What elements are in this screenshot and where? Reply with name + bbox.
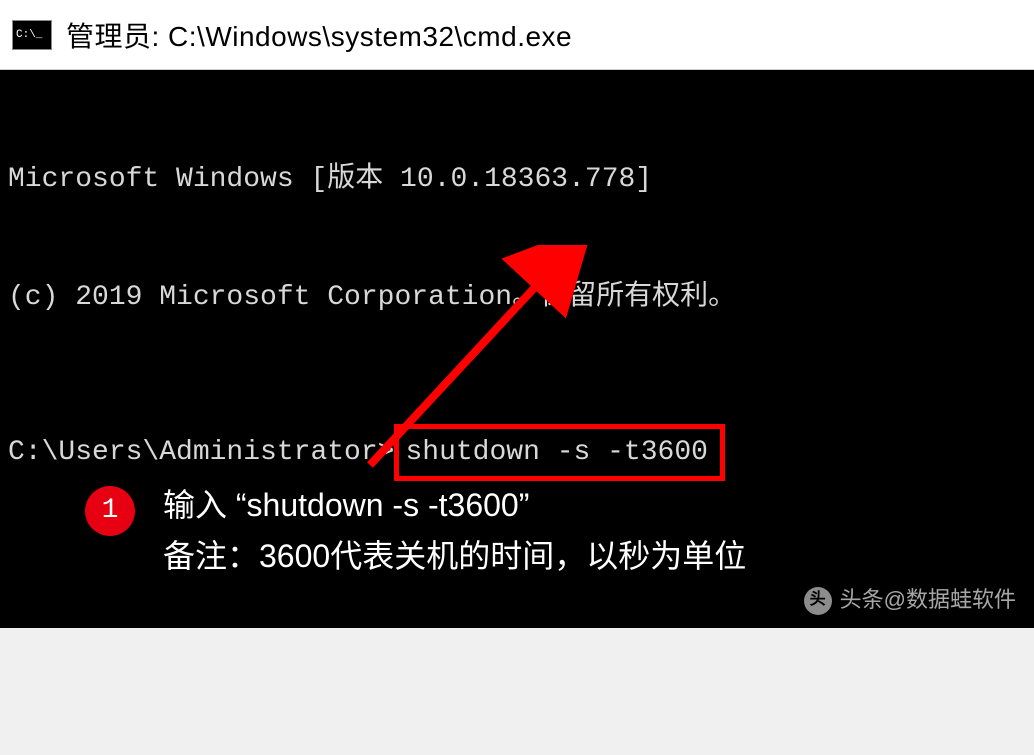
terminal-prompt: C:\Users\Administrator> (8, 433, 394, 472)
terminal-copyright-line: (c) 2019 Microsoft Corporation。保留所有权利。 (8, 278, 1026, 317)
terminal-area[interactable]: Microsoft Windows [版本 10.0.18363.778] (c… (0, 70, 1034, 628)
cmd-icon (12, 20, 52, 50)
annotation-line1: 输入 “shutdown -s -t3600” (163, 480, 746, 531)
watermark-logo-icon: 头 (804, 587, 832, 615)
window-title: 管理员: C:\Windows\system32\cmd.exe (66, 15, 572, 55)
watermark-handle: @数据蛙软件 (884, 585, 1016, 616)
annotation-text: 输入 “shutdown -s -t3600” 备注：3600代表关机的时间，以… (163, 480, 746, 582)
terminal-command: shutdown -s -t3600 (405, 437, 707, 468)
window-titlebar[interactable]: 管理员: C:\Windows\system32\cmd.exe (0, 0, 1034, 70)
terminal-prompt-line: C:\Users\Administrator> shutdown -s -t360… (8, 424, 1026, 481)
watermark-prefix: 头条 (840, 585, 884, 616)
annotation-line2: 备注：3600代表关机的时间，以秒为单位 (163, 531, 746, 582)
step-number-badge: 1 (85, 486, 135, 536)
watermark: 头 头条 @数据蛙软件 (804, 585, 1016, 616)
command-highlight: shutdown -s -t3600 (394, 424, 724, 481)
terminal-version-line: Microsoft Windows [版本 10.0.18363.778] (8, 160, 1026, 199)
step-annotation: 1 输入 “shutdown -s -t3600” 备注：3600代表关机的时间… (85, 480, 746, 582)
